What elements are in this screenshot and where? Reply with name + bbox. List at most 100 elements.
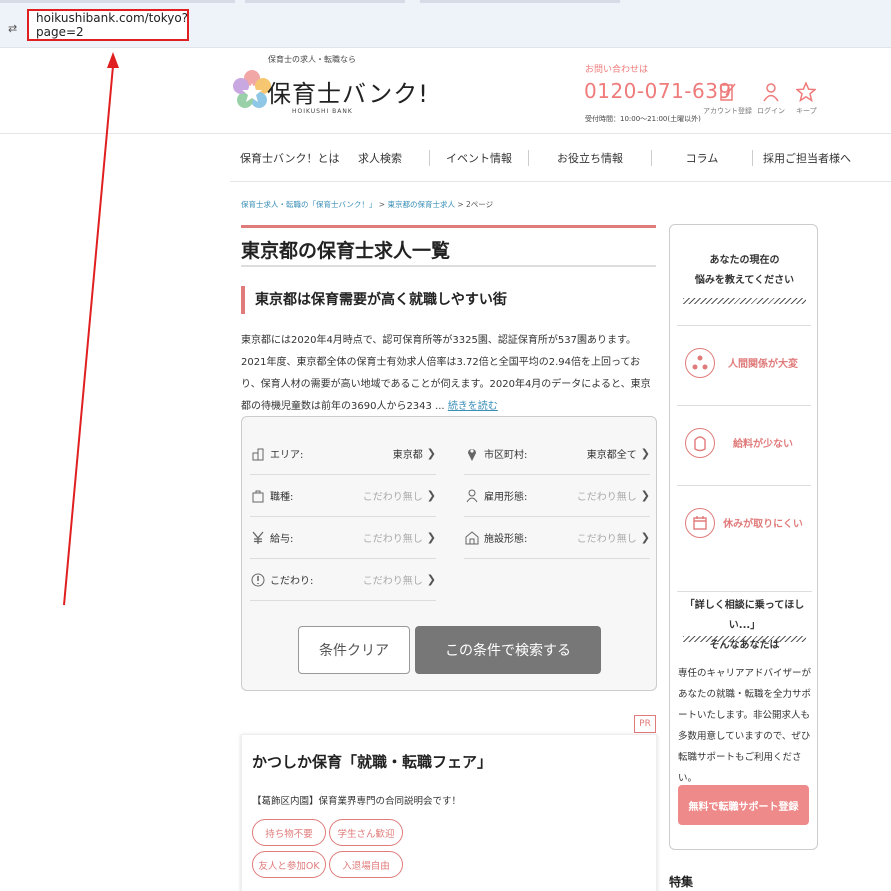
- url-text: hoikushibank.com/tokyo?page=2: [36, 11, 189, 39]
- section-title: 東京都は保育需要が高く就職しやすい街: [241, 286, 507, 314]
- account-register-label: アカウント登録: [703, 107, 752, 115]
- edit-icon: [719, 83, 736, 101]
- job-type-value: こだわり無し: [362, 492, 423, 503]
- star-icon: [796, 82, 817, 102]
- tag-bring-friends: 友人と参加OK: [252, 851, 326, 878]
- person-icon: [763, 83, 779, 102]
- salary-field[interactable]: 給与: こだわり無し ❯: [250, 517, 436, 559]
- worry-hard-to-take-off[interactable]: 休みが取りにくい: [677, 485, 811, 559]
- area-field[interactable]: エリア: 東京都 ❯: [250, 433, 436, 475]
- breadcrumb-area[interactable]: 東京都の保育士求人: [387, 200, 455, 209]
- page-title: 東京都の保育士求人一覧: [241, 225, 656, 267]
- worry-label: 給料が少ない: [733, 439, 793, 450]
- area-value: 東京都: [392, 450, 423, 461]
- consult-sidebar: あなたの現在の 悩みを教えてください 人間関係が大変 給料が少ない 休みが取りに…: [669, 224, 818, 850]
- nav-events[interactable]: イベント情報: [430, 150, 528, 166]
- employment-type-field[interactable]: 雇用形態: こだわり無し ❯: [464, 475, 650, 517]
- breadcrumb-home[interactable]: 保育士求人・転職の「保育士バンク！」: [241, 200, 376, 209]
- area-label: エリア:: [270, 450, 304, 461]
- chevron-right-icon: ❯: [426, 573, 436, 586]
- preference-field[interactable]: こだわり: こだわり無し ❯: [250, 559, 436, 601]
- site-settings-icon[interactable]: ⇄: [8, 22, 17, 35]
- nav-recruiters[interactable]: 採用ご担当者様へ: [753, 150, 853, 166]
- chevron-right-icon: ❯: [426, 489, 436, 502]
- search-conditions-panel: エリア: 東京都 ❯ 市区町村: 東京都全て ❯ 職種: こだわり無し ❯ 雇用…: [241, 416, 657, 691]
- login-label: ログイン: [757, 107, 785, 115]
- tab-strip: [0, 0, 891, 4]
- nav-column[interactable]: コラム: [652, 150, 752, 166]
- salary-label: 給与:: [270, 534, 294, 545]
- tag-students-welcome: 学生さん歓迎: [329, 819, 403, 846]
- intro-text: 東京都には2020年4月時点で、認可保育所等が3325園、認証保育所が537園あ…: [241, 330, 658, 418]
- contact-hours: 受付時間：10:00〜21:00(土曜以外): [585, 115, 701, 123]
- city-value: 東京都全て: [586, 450, 637, 461]
- search-button[interactable]: この条件で検索する: [415, 626, 601, 674]
- pin-icon: [464, 446, 480, 462]
- logo-tagline: 保育士の求人・転職なら: [268, 55, 356, 64]
- user-icon: [464, 489, 480, 503]
- nav-job-search[interactable]: 求人検索: [331, 150, 429, 166]
- preference-label: こだわり:: [270, 576, 314, 587]
- job-type-field[interactable]: 職種: こだわり無し ❯: [250, 475, 436, 517]
- browser-toolbar: ⇄ hoikushibank.com/tokyo?page=2: [0, 0, 891, 48]
- nav-useful-info[interactable]: お役立ち情報: [529, 150, 651, 166]
- sidebar-heading-consult: 「詳しく相談に乗ってほしい...」 そんなあなたは: [677, 591, 812, 656]
- worry-relationships[interactable]: 人間関係が大変: [677, 325, 811, 399]
- worry-low-salary[interactable]: 給料が少ない: [677, 405, 811, 479]
- calendar-icon: [685, 507, 715, 538]
- city-label: 市区町村:: [484, 450, 528, 461]
- chevron-right-icon: ❯: [640, 531, 650, 544]
- people-icon: [685, 347, 715, 378]
- wallet-icon: [685, 427, 715, 458]
- logo-text[interactable]: 保育士バンク!: [267, 74, 429, 109]
- sidebar-body-text: 専任のキャリアアドバイザーがあなたの就職・転職を全力サポートいたします。非公開求…: [678, 668, 812, 784]
- free-support-register-button[interactable]: 無料で転職サポート登録: [678, 785, 809, 825]
- intro-body: 東京都には2020年4月時点で、認可保育所等が3325園、認証保育所が537園あ…: [241, 335, 651, 412]
- employment-type-value: こだわり無し: [576, 492, 637, 503]
- sidebar-heading-line: 「詳しく相談に乗ってほしい...」: [684, 600, 805, 631]
- account-register-button[interactable]: アカウント登録: [703, 82, 752, 116]
- worry-label: 人間関係が大変: [728, 359, 798, 370]
- dashed-divider: [683, 298, 806, 304]
- job-description: 【葛飾区内園】保育業界専門の合同説明会です！: [252, 796, 462, 807]
- login-button[interactable]: ログイン: [757, 82, 785, 116]
- chevron-right-icon: ❯: [426, 447, 436, 460]
- facility-type-value: こだわり無し: [576, 534, 637, 545]
- address-bar[interactable]: hoikushibank.com/tokyo?page=2: [27, 9, 189, 41]
- keep-label: キープ: [796, 107, 817, 115]
- facility-type-label: 施設形態:: [484, 534, 528, 545]
- chevron-right-icon: ❯: [640, 447, 650, 460]
- logo-flower-icon[interactable]: [232, 68, 272, 116]
- building-icon: [464, 530, 480, 545]
- city-field[interactable]: 市区町村: 東京都全て ❯: [464, 433, 650, 475]
- site-header: 保育士の求人・転職なら 保育士バンク! HOIKUSHI BANK お問い合わせ…: [0, 48, 891, 134]
- job-type-label: 職種:: [270, 492, 294, 503]
- tag-free-entry: 入退場自由: [329, 851, 403, 878]
- worry-label: 休みが取りにくい: [723, 519, 803, 530]
- yen-icon: [250, 531, 266, 545]
- job-card[interactable]: かつしか保育「就職・転職フェア」 【葛飾区内園】保育業界専門の合同説明会です！ …: [241, 734, 657, 891]
- keep-button[interactable]: キープ: [796, 82, 817, 116]
- breadcrumb-separator: >: [457, 200, 464, 209]
- dashed-divider: [683, 636, 806, 642]
- nav-about[interactable]: 保育士バンク！とは: [230, 150, 340, 166]
- bag-icon: [250, 489, 266, 503]
- read-more-link[interactable]: 続きを読む: [448, 401, 498, 412]
- chevron-right-icon: ❯: [426, 531, 436, 544]
- feature-heading: 特集: [669, 875, 694, 889]
- clear-conditions-button[interactable]: 条件クリア: [298, 626, 410, 674]
- employment-type-label: 雇用形態:: [484, 492, 528, 503]
- breadcrumb-separator: >: [378, 200, 386, 209]
- sidebar-heading-line: あなたの現在の: [709, 255, 780, 266]
- facility-type-field[interactable]: 施設形態: こだわり無し ❯: [464, 517, 650, 559]
- area-icon: [250, 447, 266, 461]
- sidebar-heading-line: 悩みを教えてください: [694, 275, 795, 286]
- contact-label: お問い合わせは: [585, 65, 649, 75]
- job-title[interactable]: かつしか保育「就職・転職フェア」: [252, 751, 492, 772]
- chevron-right-icon: ❯: [640, 489, 650, 502]
- logo-subtitle: HOIKUSHI BANK: [292, 108, 353, 115]
- sidebar-heading-worries: あなたの現在の 悩みを教えてください: [670, 251, 819, 291]
- breadcrumb: 保育士求人・転職の「保育士バンク！」 > 東京都の保育士求人 > 2ページ: [241, 199, 493, 210]
- breadcrumb-current: 2ページ: [466, 200, 494, 209]
- exclaim-icon: [250, 573, 266, 587]
